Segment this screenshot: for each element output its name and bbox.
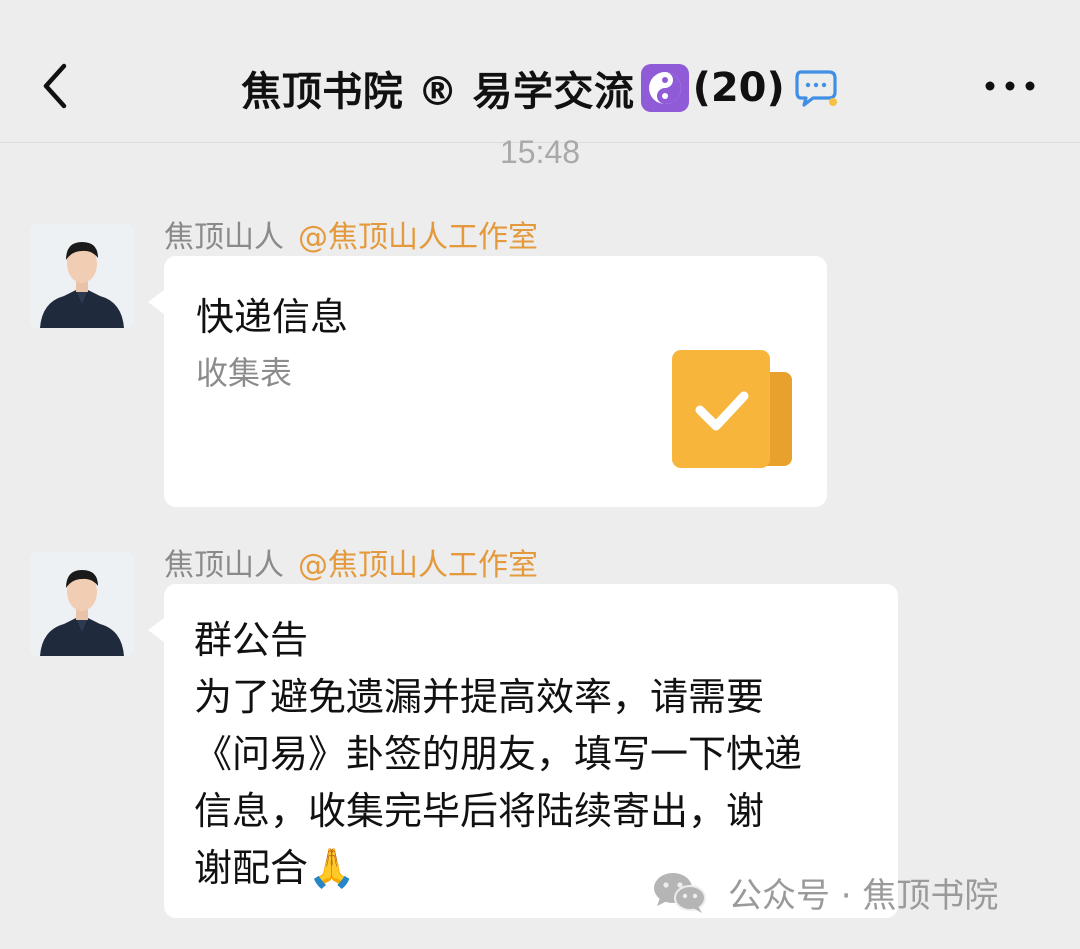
watermark-text: 公众号 · 焦顶书院 bbox=[728, 875, 999, 916]
chat-bubble-icon[interactable] bbox=[795, 68, 839, 108]
more-dots-icon bbox=[985, 81, 1035, 91]
announcement-text: 群公告 为了避免遗漏并提高效率，请需要 《问易》卦签的朋友，填写一下快递 信息，… bbox=[194, 612, 874, 897]
folded-hands-emoji: 🙏 bbox=[308, 846, 356, 890]
chevron-left-icon bbox=[43, 63, 67, 109]
back-button[interactable] bbox=[36, 60, 76, 112]
account-watermark: 公众号 · 焦顶书院 bbox=[652, 864, 998, 920]
more-options-button[interactable] bbox=[980, 66, 1040, 106]
message-timestamp: 15:48 bbox=[499, 134, 581, 170]
chat-title: 焦顶书院 ® 易学交流 bbox=[241, 69, 635, 115]
chat-title-area[interactable]: 焦顶书院 ® 易学交流 (20) bbox=[150, 56, 930, 120]
announcement-line-end: 谢配合 bbox=[194, 846, 309, 890]
sender-avatar[interactable] bbox=[30, 224, 134, 328]
checklist-form-icon bbox=[672, 350, 792, 468]
yin-yang-icon bbox=[640, 64, 689, 112]
sender-name: 焦顶山人 bbox=[164, 548, 284, 583]
sender-avatar[interactable] bbox=[30, 552, 134, 656]
mention-tag[interactable]: @焦顶山人工作室 bbox=[298, 548, 538, 583]
card-title: 快递信息 bbox=[196, 295, 349, 339]
person-avatar-icon bbox=[30, 552, 134, 656]
chat-header: 焦顶书院 ® 易学交流 (20) bbox=[0, 0, 1080, 143]
announcement-line: 信息，收集完毕后将陆续寄出，谢 bbox=[194, 789, 765, 833]
form-card-message[interactable]: 快递信息 收集表 bbox=[148, 256, 827, 507]
sender-line: 焦顶山人 @焦顶山人工作室 bbox=[164, 540, 538, 584]
announcement-heading: 群公告 bbox=[194, 618, 309, 662]
announcement-line: 《问易》卦签的朋友，填写一下快递 bbox=[194, 732, 803, 776]
sender-name: 焦顶山人 bbox=[164, 220, 284, 255]
card-subtitle: 收集表 bbox=[196, 354, 293, 392]
person-avatar-icon bbox=[30, 224, 134, 328]
mention-tag[interactable]: @焦顶山人工作室 bbox=[298, 220, 538, 255]
sender-line: 焦顶山人 @焦顶山人工作室 bbox=[164, 212, 538, 256]
announcement-line: 为了避免遗漏并提高效率，请需要 bbox=[194, 675, 765, 719]
member-count: (20) bbox=[692, 65, 785, 111]
wechat-icon bbox=[654, 873, 706, 913]
